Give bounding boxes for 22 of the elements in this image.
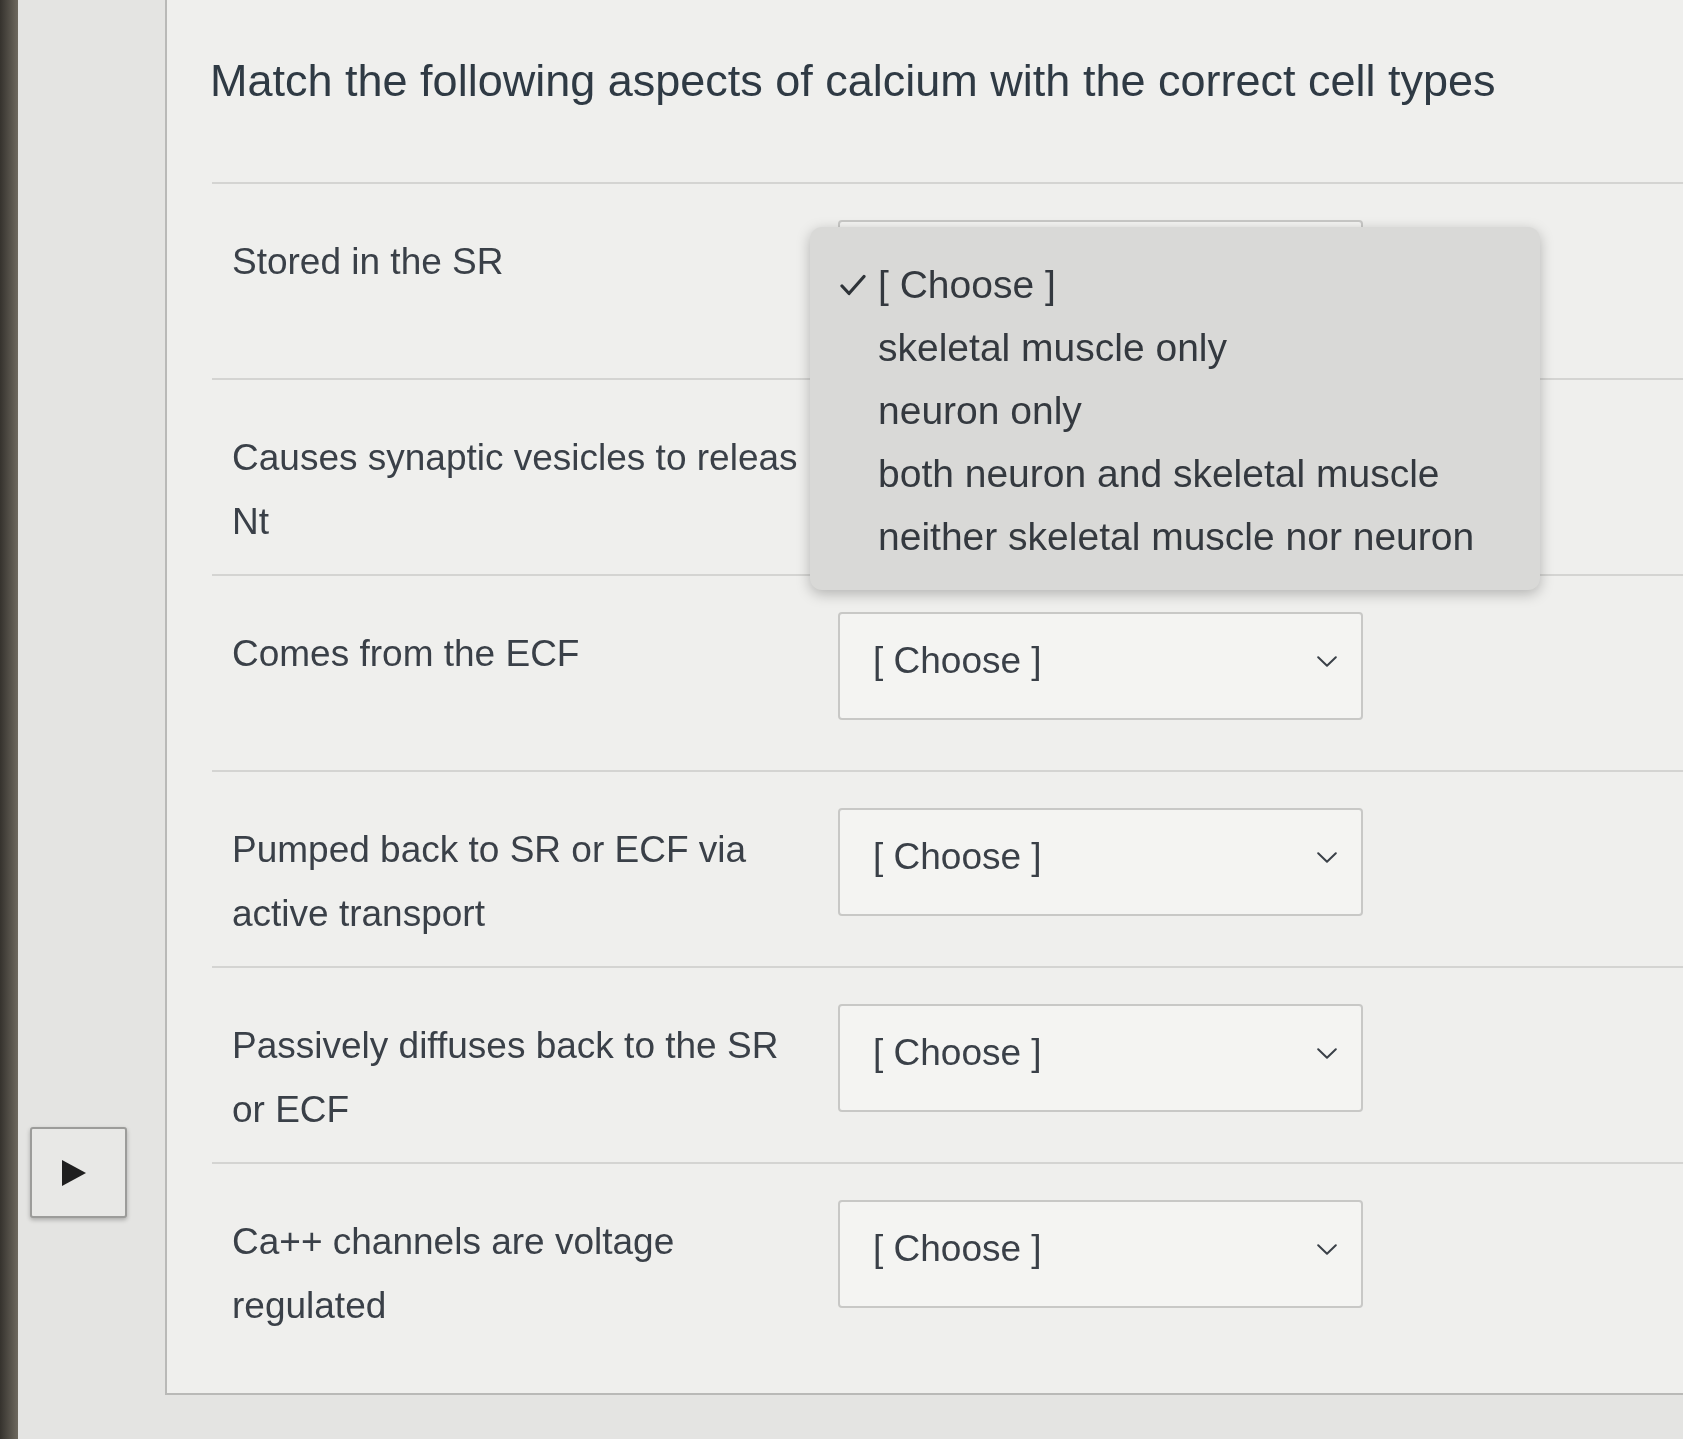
dropdown-option[interactable]: both neuron and skeletal muscle bbox=[810, 442, 1540, 505]
prompt-text: Ca++ channels are voltage regulated bbox=[232, 1220, 675, 1328]
prompt-text: Pumped back to SR or ECF via active transport bbox=[232, 828, 747, 936]
chevron-down-icon bbox=[1317, 851, 1337, 863]
prompt-text: Comes from the ECF bbox=[232, 632, 580, 676]
chevron-down-icon bbox=[1317, 1047, 1337, 1059]
question-title: Match the following aspects of calcium with the correct cell types bbox=[210, 54, 1496, 108]
prompt-text: Causes synaptic vesicles to releas Nt bbox=[232, 436, 798, 544]
prompt-text: Stored in the SR bbox=[232, 240, 504, 284]
dropdown-option[interactable]: neuron only bbox=[810, 379, 1540, 442]
chevron-down-icon bbox=[1317, 655, 1337, 667]
prompt-text: Passively diffuses back to the SR or ECF bbox=[232, 1024, 779, 1132]
play-button[interactable] bbox=[30, 1127, 127, 1218]
select-field[interactable]: [ Choose ] bbox=[838, 808, 1363, 916]
dropdown-option[interactable]: neither skeletal muscle nor neuron bbox=[810, 505, 1540, 568]
select-field[interactable]: [ Choose ] bbox=[838, 1200, 1363, 1308]
play-icon bbox=[62, 1159, 86, 1186]
select-field[interactable]: [ Choose ] bbox=[838, 612, 1363, 720]
chevron-down-icon bbox=[1317, 1243, 1337, 1255]
dropdown-option[interactable]: skeletal muscle only bbox=[810, 316, 1540, 379]
dropdown-option[interactable]: [ Choose ] bbox=[810, 253, 1540, 316]
select-field[interactable]: [ Choose ] bbox=[838, 1004, 1363, 1112]
